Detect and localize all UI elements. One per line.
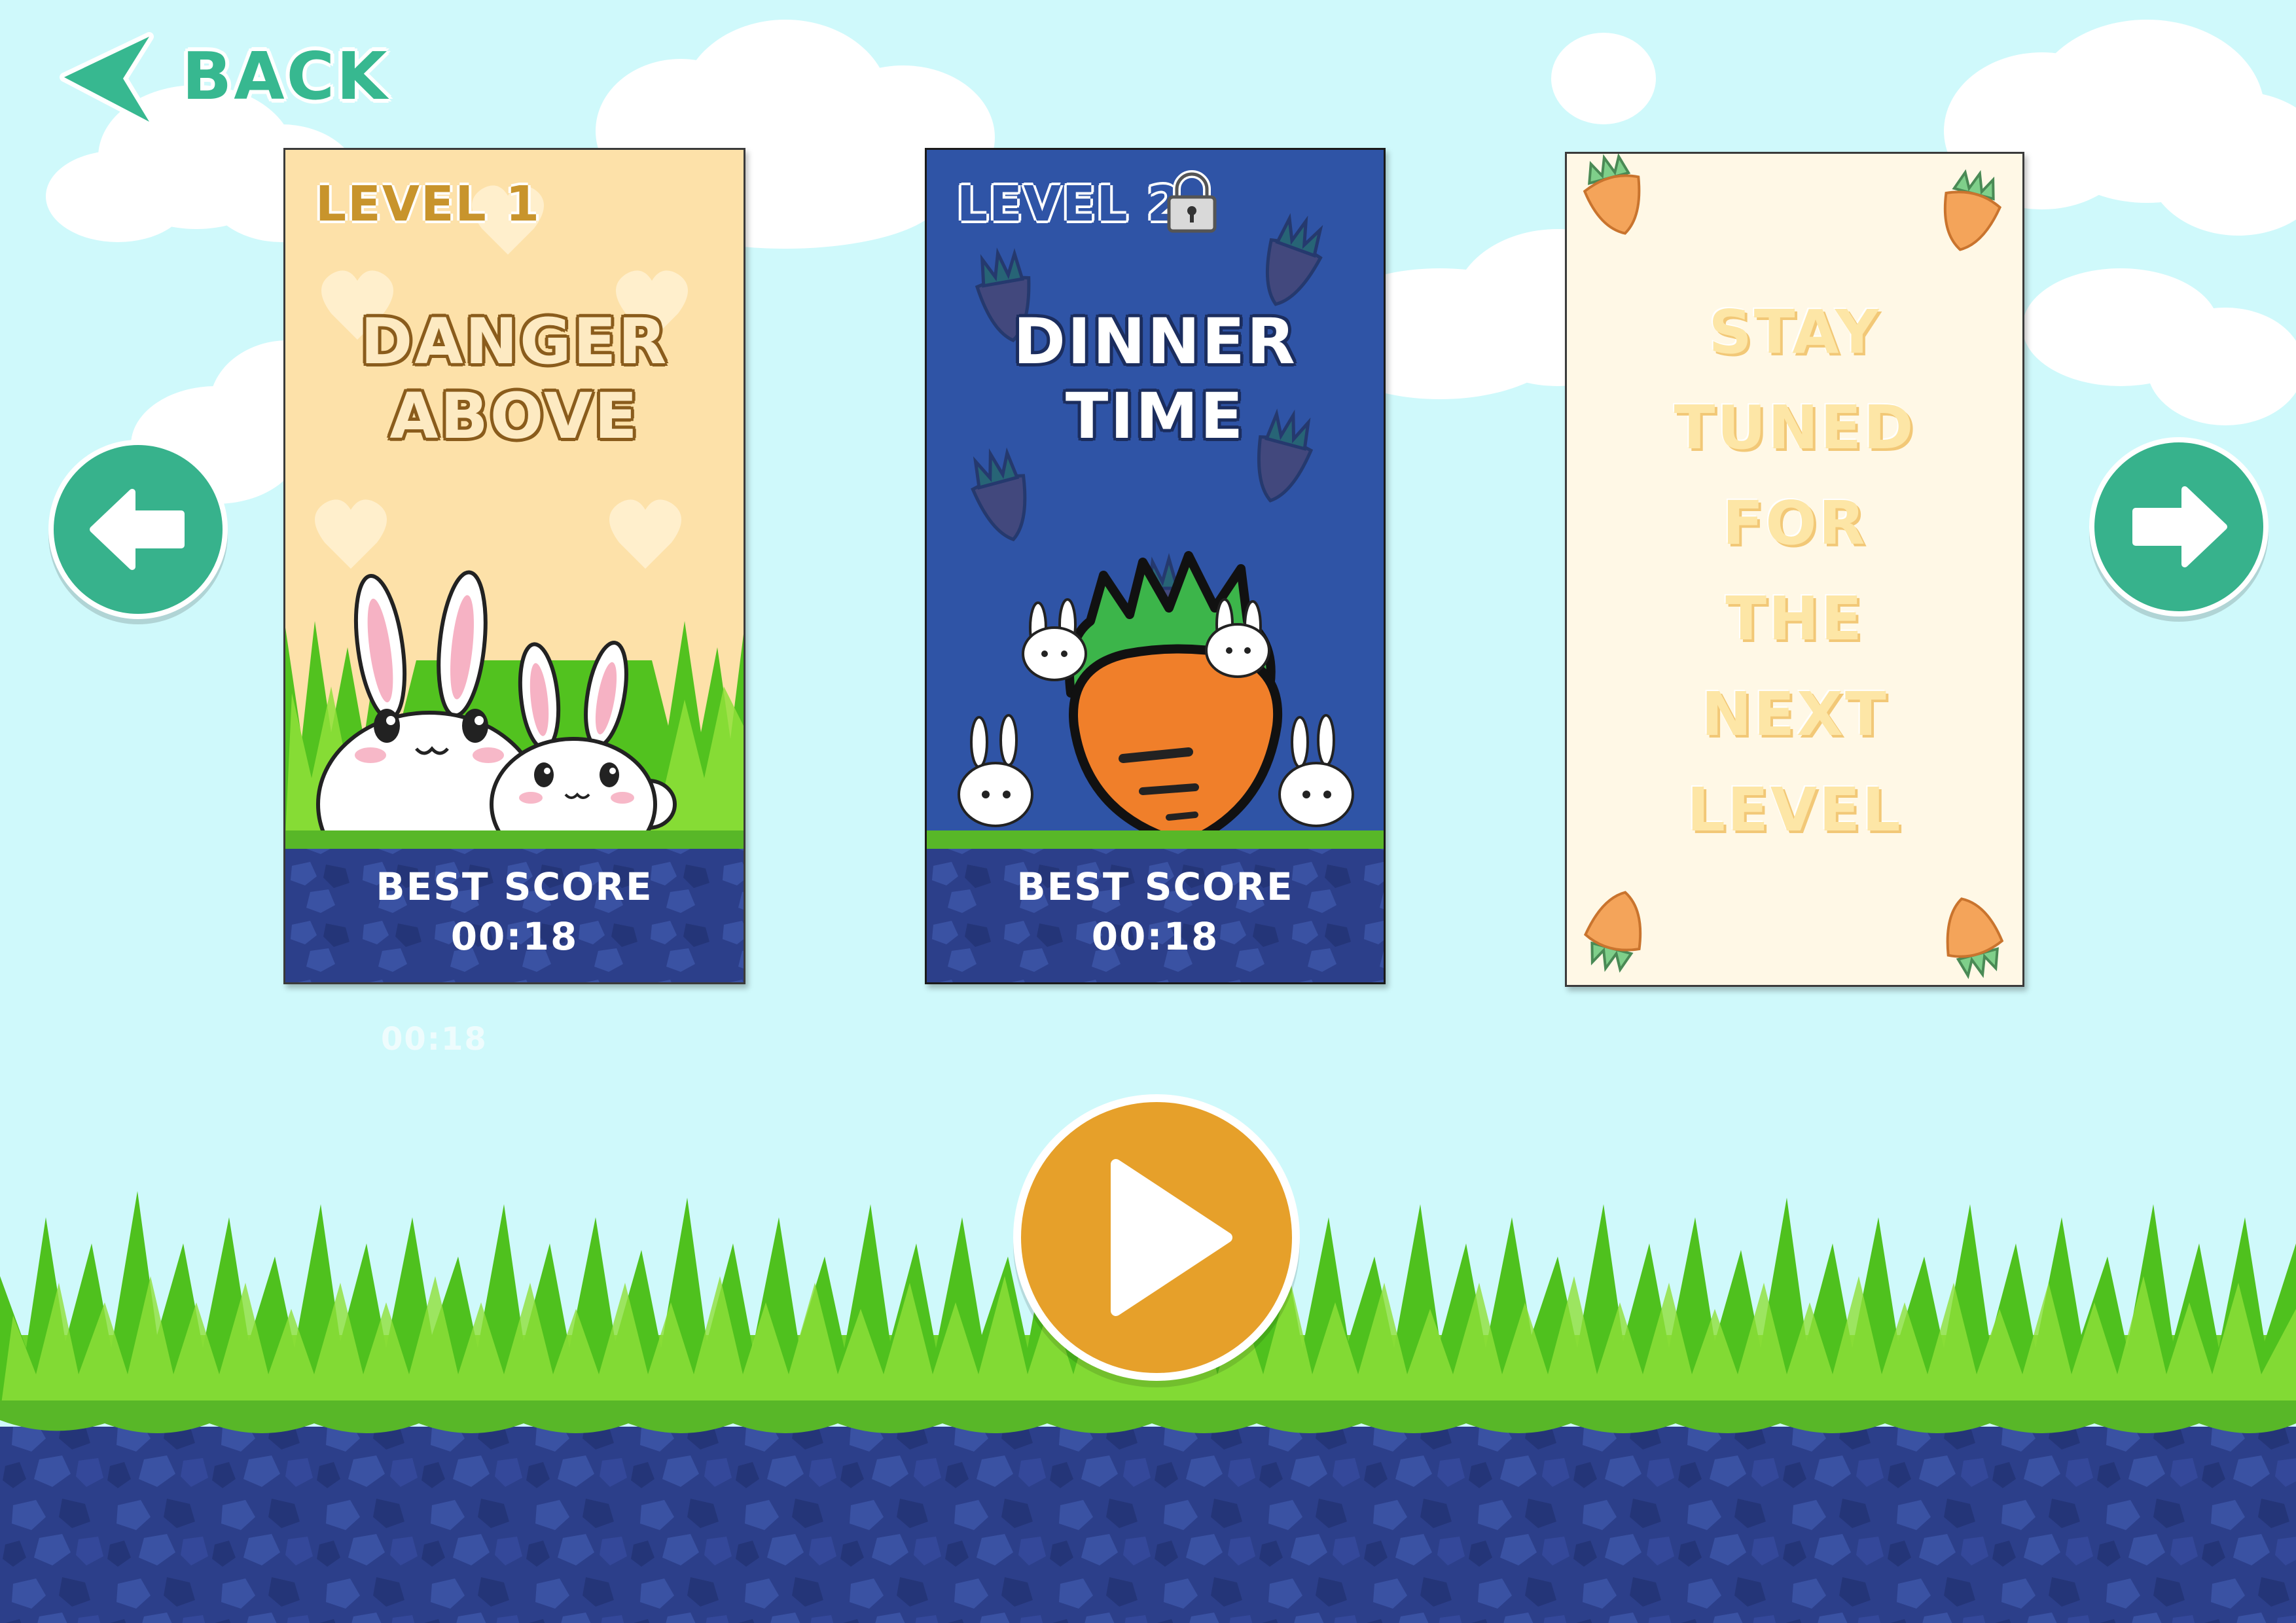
coming-soon-line: TUNED	[1674, 393, 1916, 463]
coming-soon-line: THE	[1725, 584, 1864, 654]
level2-artwork	[927, 213, 1384, 982]
level-card-1[interactable]: LEVEL 1 DANGER ABOVE BEST SCORE 00:18	[283, 148, 745, 984]
arrow-right-icon	[2132, 486, 2227, 567]
level-label: LEVEL 2	[957, 176, 1182, 232]
stray-time-text: 00:18	[381, 1021, 488, 1058]
best-score-label: BEST SCORE	[1016, 865, 1294, 909]
play-button[interactable]	[1013, 1094, 1300, 1381]
best-score-time: 00:18	[1091, 914, 1219, 959]
coming-soon-line: STAY	[1708, 297, 1881, 367]
back-button[interactable]: BACK	[51, 31, 387, 130]
coming-soon-message: STAY TUNED FOR THE NEXT LEVEL	[1567, 285, 2022, 858]
coming-soon-line: NEXT	[1701, 679, 1888, 749]
play-icon	[1111, 1159, 1232, 1316]
level-title: DINNER TIME	[1013, 305, 1297, 453]
coming-soon-line: LEVEL	[1687, 775, 1903, 845]
arrow-left-icon	[90, 489, 185, 570]
coming-soon-line: FOR	[1722, 488, 1867, 558]
best-score: BEST SCORE 00:18	[927, 862, 1384, 961]
level1-artwork	[285, 185, 744, 982]
back-arrow-icon	[60, 32, 154, 126]
back-label: BACK	[182, 38, 389, 115]
level-label: LEVEL 1	[315, 176, 541, 232]
lock-icon	[1167, 170, 1217, 233]
giant-carrot	[1065, 551, 1283, 849]
best-score-time: 00:18	[450, 914, 579, 959]
coming-soon-card: STAY TUNED FOR THE NEXT LEVEL	[1565, 152, 2024, 987]
next-level-button[interactable]	[2089, 437, 2269, 616]
prev-level-button[interactable]	[48, 440, 228, 619]
best-score: BEST SCORE 00:18	[285, 862, 744, 961]
level-card-2[interactable]: LEVEL 2 DINNER TIME BEST SCORE 00:18	[925, 148, 1386, 984]
level-title: DANGER ABOVE	[360, 305, 669, 453]
best-score-label: BEST SCORE	[376, 865, 653, 909]
ground-soil	[0, 1400, 2296, 1623]
